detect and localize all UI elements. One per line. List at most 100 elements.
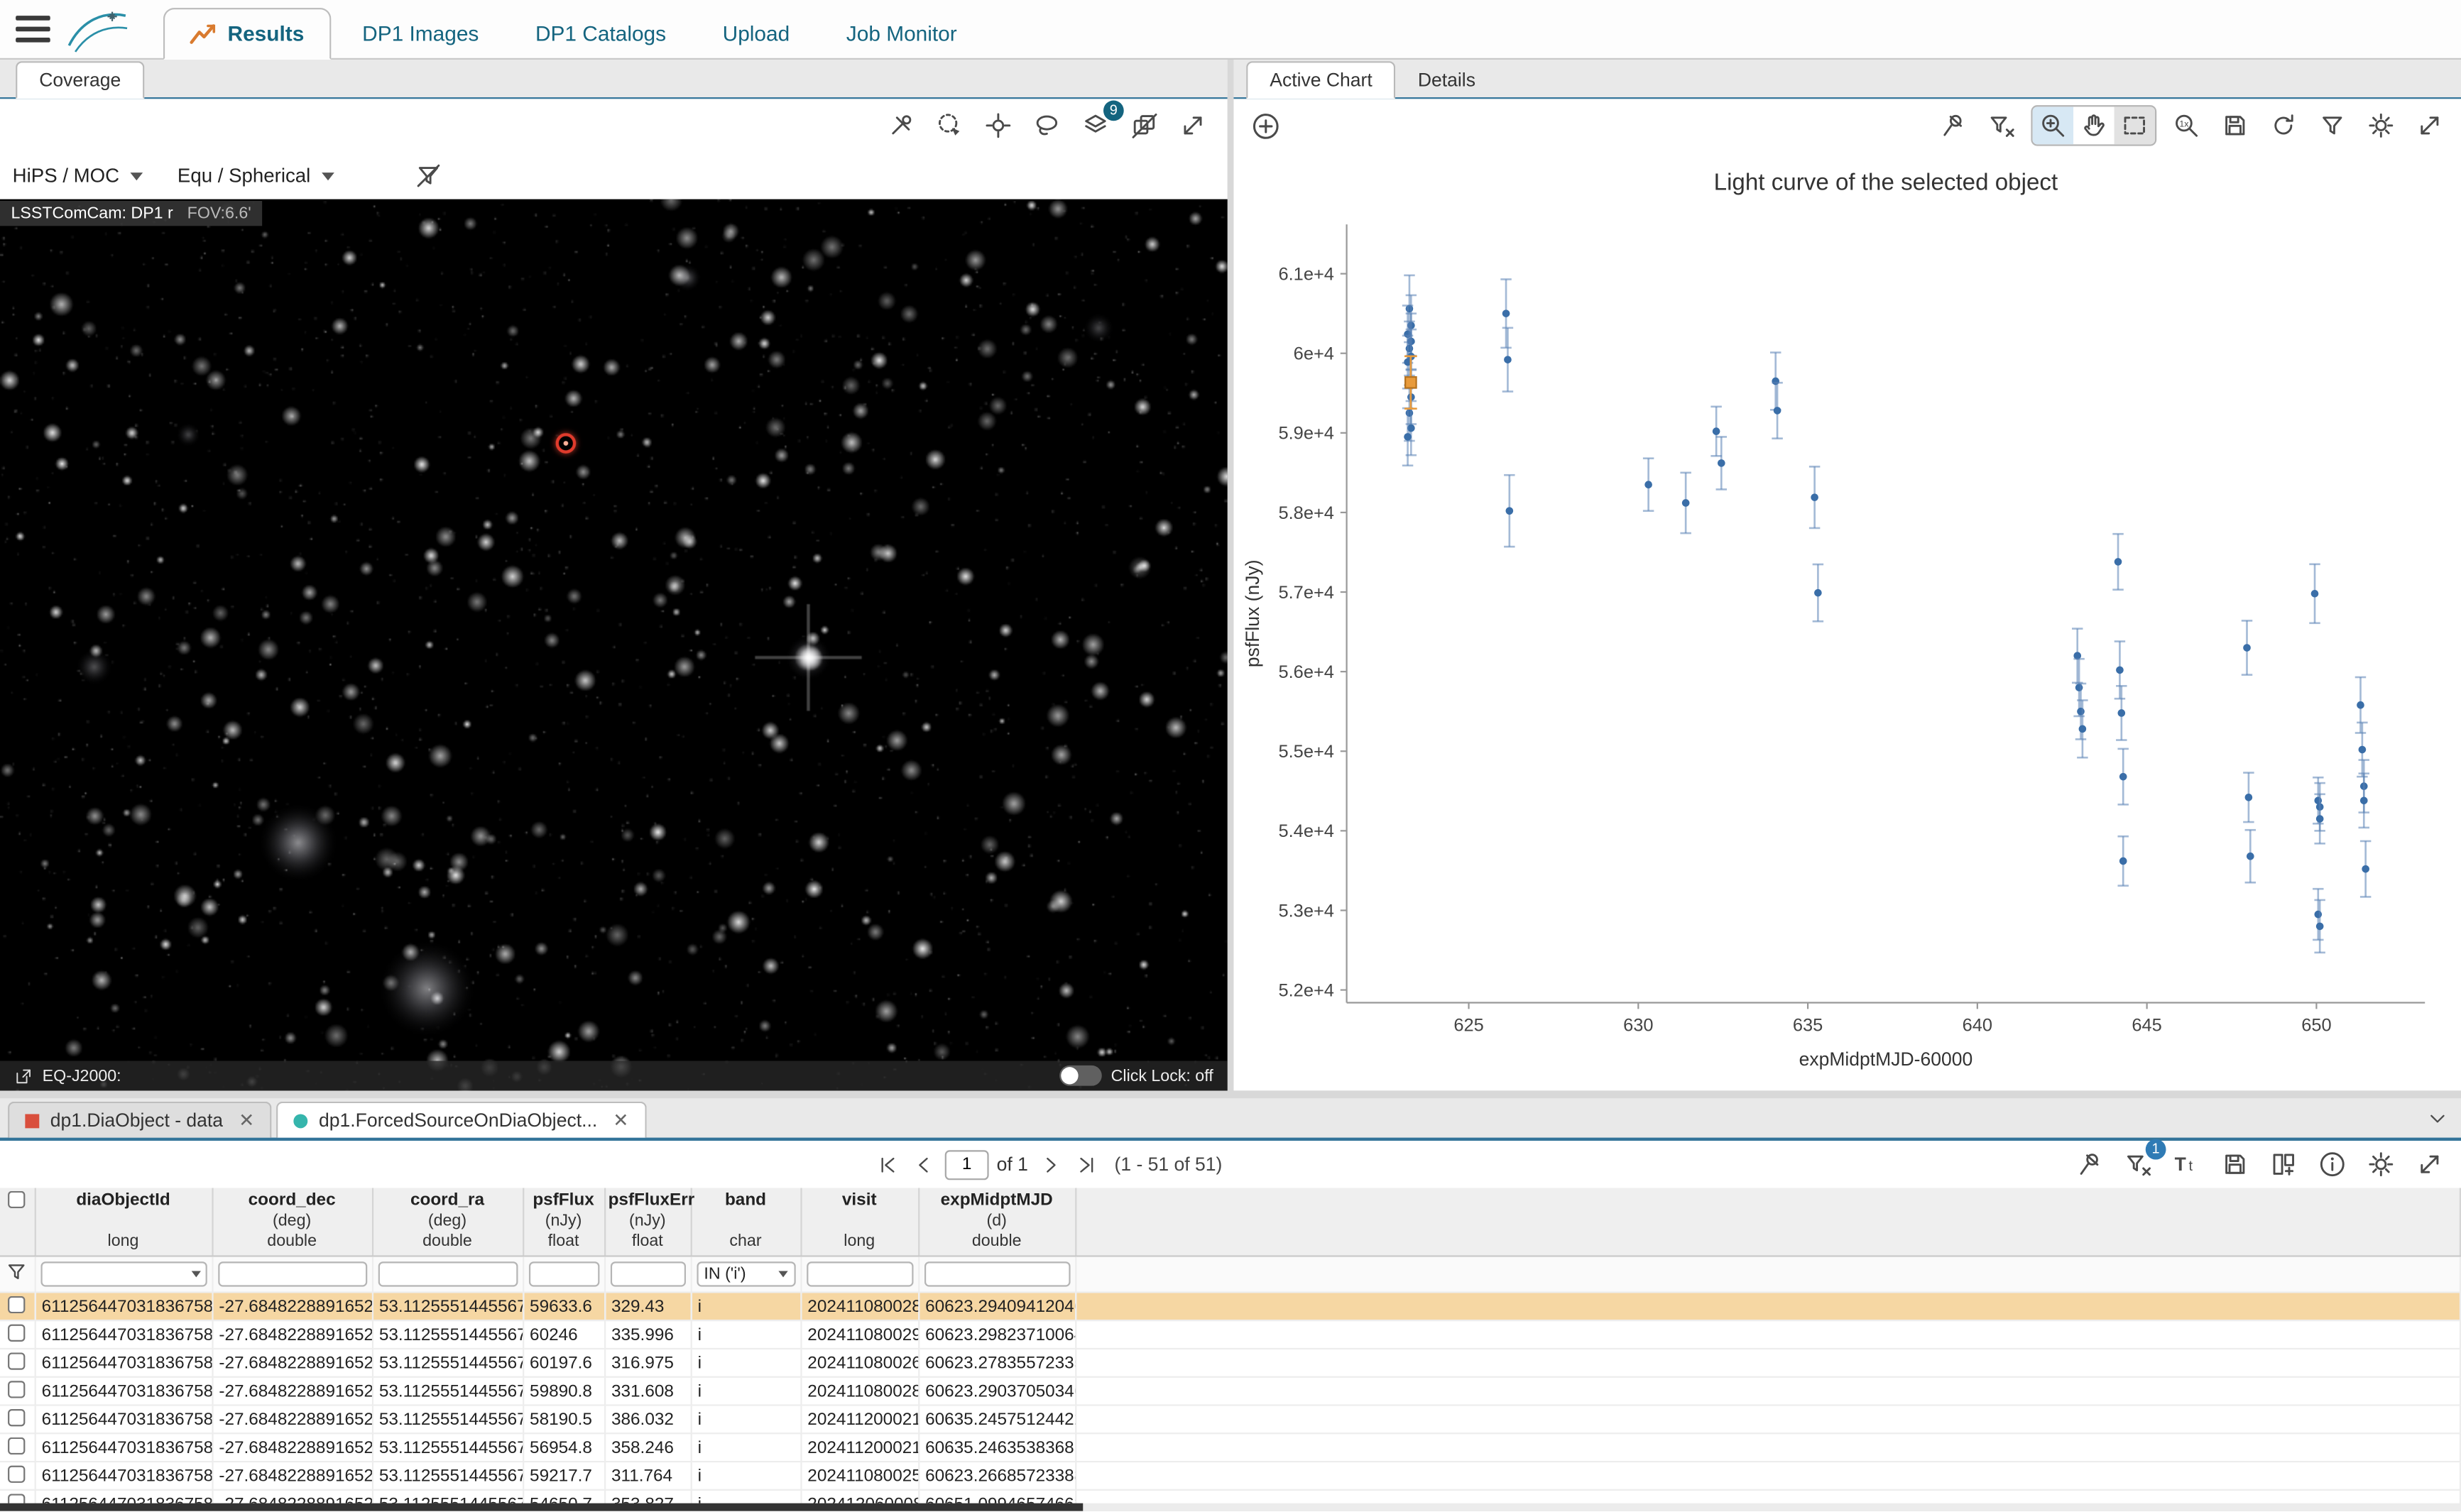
table-cell[interactable]: 59890.8 [523,1377,604,1406]
table-cell[interactable]: 56954.8 [523,1433,604,1462]
table-cell[interactable]: 329.43 [604,1292,691,1320]
table-cell[interactable]: i [691,1462,801,1490]
horizontal-scrollbar[interactable] [0,1503,2461,1511]
info-icon[interactable] [2313,1146,2351,1183]
table-cell[interactable]: 611256447031836758 [35,1292,212,1320]
save-table-icon[interactable] [2216,1146,2254,1183]
tab-dp1-images[interactable]: DP1 Images [337,9,504,58]
close-icon[interactable]: ✕ [239,1110,254,1132]
column-header-visit[interactable]: visit long [800,1188,918,1256]
table-cell[interactable]: 53.11255514455679 [372,1320,523,1349]
save-chart-icon[interactable] [2216,106,2254,144]
layers-icon[interactable]: 9 [1076,106,1114,144]
text-view-icon[interactable]: Tt [2168,1146,2205,1183]
table-cell[interactable]: 611256447031836758 [35,1406,212,1434]
first-page-icon[interactable] [873,1146,901,1183]
expand-table-icon[interactable] [2411,1146,2448,1183]
row-checkbox[interactable] [9,1352,26,1369]
restore-chart-icon[interactable] [2265,106,2303,144]
expMidptMJD-filter-input[interactable] [924,1261,1070,1286]
table-row[interactable]: 611256447031836758-27.6848228891652853.1… [0,1349,2460,1377]
psfFlux-filter-input[interactable] [528,1261,599,1286]
tab-coverage[interactable]: Coverage [16,61,144,99]
next-page-icon[interactable] [1036,1146,1064,1183]
table-cell[interactable]: -27.68482288916528 [212,1377,371,1406]
table-settings-gear-icon[interactable] [2362,1146,2400,1183]
table-cell[interactable]: i [691,1349,801,1377]
click-lock-toggle[interactable] [1059,1065,1102,1086]
table-cell[interactable]: -27.68482288916528 [212,1349,371,1377]
data-table-container[interactable]: diaObjectId longcoord_dec(deg)doublecoor… [0,1188,2461,1511]
menu-button[interactable] [16,16,50,43]
table-cell[interactable]: 2024110800285 [800,1292,918,1320]
row-checkbox[interactable] [9,1295,26,1313]
table-cell[interactable]: 331.608 [604,1377,691,1406]
psfFluxErr-filter-input[interactable] [610,1261,685,1286]
table-cell[interactable]: 2024112000212 [800,1433,918,1462]
table-cell[interactable]: 335.996 [604,1320,691,1349]
table-cell[interactable]: -27.68482288916528 [212,1320,371,1349]
expand-icon[interactable] [1174,106,1211,144]
table-cell[interactable]: 611256447031836758 [35,1349,212,1377]
table-row[interactable]: 611256447031836758-27.6848228891652853.1… [0,1462,2460,1490]
filter-funnel-icon[interactable] [0,1256,35,1293]
table-cell[interactable]: 2024110800257 [800,1462,918,1490]
filter-clear-icon[interactable] [1982,106,2020,144]
recenter-icon[interactable] [979,106,1017,144]
table-cell[interactable]: -27.68482288916528 [212,1462,371,1490]
column-header-psfFlux[interactable]: psfFlux(nJy)float [523,1188,604,1256]
table-row[interactable]: 611256447031836758-27.6848228891652853.1… [0,1320,2460,1349]
table-cell[interactable]: 358.246 [604,1433,691,1462]
tab-results[interactable]: Results [163,8,331,60]
tab-job-monitor[interactable]: Job Monitor [821,9,982,58]
column-header-band[interactable]: band char [691,1188,801,1256]
table-cell[interactable]: 60623.27835572335 [918,1349,1075,1377]
table-row[interactable]: 611256447031836758-27.6848228891652853.1… [0,1406,2460,1434]
prev-page-icon[interactable] [909,1146,937,1183]
table-cell[interactable]: -27.68482288916528 [212,1406,371,1434]
coord_ra-filter-input[interactable] [378,1261,518,1286]
select-all-checkbox[interactable] [9,1191,26,1208]
table-cell[interactable]: 311.764 [604,1462,691,1490]
table-cell[interactable]: 2024110800290 [800,1320,918,1349]
close-icon[interactable]: ✕ [613,1110,628,1132]
table-cell[interactable]: i [691,1377,801,1406]
table-cell[interactable]: 60623.29037050346 [918,1377,1075,1406]
data-table[interactable]: diaObjectId longcoord_dec(deg)doublecoor… [0,1188,2461,1511]
column-header-expMidptMJD[interactable]: expMidptMJD(d)double [918,1188,1075,1256]
tools-icon[interactable] [882,106,920,144]
column-header-coord_ra[interactable]: coord_ra(deg)double [372,1188,523,1256]
zoom-in-icon[interactable] [2033,106,2073,144]
table-cell[interactable]: i [691,1406,801,1434]
table-cell[interactable]: 2024110800280 [800,1377,918,1406]
table-cell[interactable]: i [691,1320,801,1349]
column-header-coord_dec[interactable]: coord_dec(deg)double [212,1188,371,1256]
add-column-icon[interactable] [2265,1146,2303,1183]
table-cell[interactable]: 611256447031836758 [35,1433,212,1462]
overlays-off-icon[interactable] [1125,106,1163,144]
pin-table-icon[interactable] [2070,1146,2108,1183]
row-checkbox[interactable] [9,1408,26,1425]
scrollbar-thumb[interactable] [0,1503,1083,1511]
table-cell[interactable]: 60623.29823710064 [918,1320,1075,1349]
external-link-icon[interactable] [14,1066,33,1085]
table-cell[interactable]: -27.68482288916528 [212,1292,371,1320]
marquee-select-icon[interactable] [2115,106,2155,144]
diaObjectId-filter-input[interactable] [40,1261,206,1286]
filter-off-icon[interactable] [410,157,447,195]
table-cell[interactable]: 60635.24575124422 [918,1406,1075,1434]
table-cell[interactable]: 53.11255514455679 [372,1377,523,1406]
coordinate-system-dropdown[interactable]: Equ / Spherical [178,165,334,187]
chevron-down-icon[interactable] [191,1271,200,1278]
table-cell[interactable]: -27.68482288916528 [212,1433,371,1462]
table-cell[interactable]: 60246 [523,1320,604,1349]
expand-chart-icon[interactable] [2411,106,2448,144]
select-all-header[interactable] [0,1188,35,1256]
select-area-icon[interactable] [931,106,968,144]
hips-moc-dropdown[interactable]: HiPS / MOC [13,165,143,187]
table-cell[interactable]: 611256447031836758 [35,1377,212,1406]
table-cell[interactable]: 316.975 [604,1349,691,1377]
table-cell[interactable]: 2024112000211 [800,1406,918,1434]
column-header-diaObjectId[interactable]: diaObjectId long [35,1188,212,1256]
zoom-original-icon[interactable]: 1x [2168,106,2205,144]
